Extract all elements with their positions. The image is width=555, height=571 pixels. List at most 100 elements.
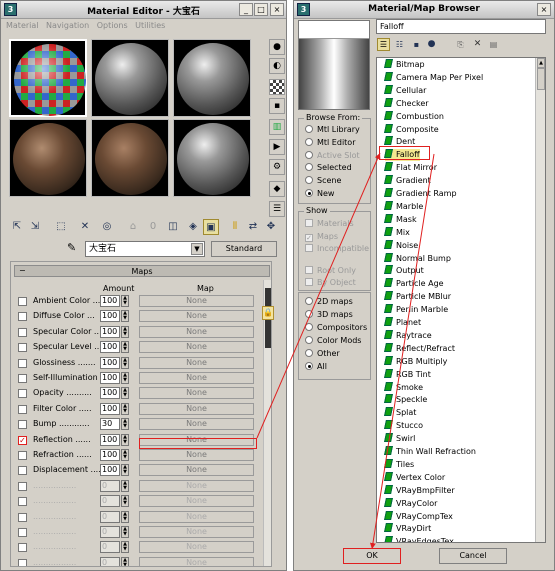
map-list-item[interactable]: Particle MBlur	[384, 291, 451, 303]
map-slot-button[interactable]: None	[139, 418, 254, 431]
map-slot-button[interactable]: None	[139, 526, 254, 538]
map-slot-button[interactable]: None	[139, 510, 254, 523]
put-to-scene-icon[interactable]: ⇲	[27, 219, 43, 235]
show-checkbox[interactable]: Materials	[305, 219, 354, 232]
show-end-result-active-icon[interactable]: ▣	[203, 219, 219, 235]
browse-from-radio[interactable]: Mtl Editor	[305, 137, 355, 151]
pick-material-icon[interactable]: ✎	[67, 241, 76, 254]
browse-from-radio[interactable]: Selected	[305, 163, 352, 176]
map-list-item[interactable]: VRayBmpFilter	[384, 484, 455, 497]
map-list-item[interactable]: Bitmap	[384, 59, 425, 71]
map-type-radio[interactable]: 3D maps	[305, 310, 353, 323]
chevron-down-icon[interactable]: ▼	[191, 243, 203, 255]
map-amount-field[interactable]: 100	[100, 325, 120, 338]
map-list-item[interactable]: Checker	[384, 97, 429, 110]
amount-spinner[interactable]: ▲ ▼	[121, 402, 129, 415]
map-slot-button[interactable]: None	[139, 495, 254, 508]
amount-spinner[interactable]: ▲ ▼	[121, 526, 129, 538]
sample-type-icon[interactable]: ●	[269, 39, 285, 55]
view-list-icon[interactable]: ☰	[377, 38, 390, 51]
map-amount-field[interactable]: 100	[100, 372, 120, 384]
background-icon[interactable]	[269, 79, 285, 95]
map-list-item[interactable]: Marble	[384, 200, 423, 213]
make-preview-icon[interactable]: ▶	[269, 139, 285, 155]
map-slot-button[interactable]: None	[139, 541, 254, 554]
map-enable-checkbox[interactable]	[18, 389, 27, 399]
map-list-item[interactable]: VRayCompTex	[384, 510, 453, 523]
clear-icon[interactable]: ▤	[487, 38, 500, 51]
material-name-field[interactable]: 大宝石 ▼	[85, 241, 205, 257]
map-enable-checkbox[interactable]	[18, 297, 27, 306]
get-material-icon[interactable]: ⇱	[9, 219, 25, 235]
map-amount-field[interactable]: 100	[100, 295, 120, 307]
browse-from-radio[interactable]: Active Slot	[305, 150, 360, 164]
map-type-radio[interactable]: 2D maps	[305, 297, 353, 310]
map-enable-checkbox[interactable]	[18, 358, 27, 368]
show-end-result-icon[interactable]: ◈	[185, 219, 201, 235]
map-amount-field[interactable]: 0	[100, 556, 120, 566]
map-list-item[interactable]: Raytrace	[384, 329, 432, 342]
selected-map-name-field[interactable]: Falloff	[376, 19, 546, 34]
map-slot-button[interactable]: None	[139, 295, 254, 307]
map-amount-field[interactable]: 0	[100, 526, 120, 538]
map-list-item[interactable]: Mask	[384, 213, 417, 226]
map-enable-checkbox[interactable]	[18, 497, 27, 507]
backlight-icon[interactable]: ◐	[269, 58, 285, 74]
maps-scrollbar[interactable]	[263, 280, 271, 566]
view-list-icons-icon[interactable]: ☷	[393, 38, 406, 51]
map-list-item[interactable]: Reflect/Refract	[384, 342, 455, 355]
map-list-item[interactable]: Cellular	[384, 84, 426, 97]
delete-icon[interactable]: ✕	[471, 38, 484, 51]
by-object-checkbox[interactable]: By Object	[305, 278, 356, 291]
map-list-item[interactable]: Noise	[384, 239, 418, 252]
map-list-item[interactable]: Splat	[384, 407, 416, 419]
map-list-item[interactable]: Gradient	[384, 175, 431, 187]
map-list-scrollbar[interactable]: ▲	[535, 58, 545, 542]
map-list-item[interactable]: Particle Age	[384, 278, 444, 290]
map-slot-button[interactable]: None	[139, 341, 254, 354]
map-slot-button[interactable]: None	[139, 372, 254, 384]
material-navigator-icon[interactable]: ☰	[269, 201, 285, 217]
map-list-item[interactable]: Composite	[384, 123, 439, 136]
map-enable-checkbox[interactable]	[18, 312, 27, 322]
amount-spinner[interactable]: ▲ ▼	[121, 495, 129, 508]
map-list-item[interactable]: Tiles	[384, 458, 414, 471]
map-enable-checkbox[interactable]	[18, 558, 27, 566]
map-list-scroll-thumb[interactable]	[537, 68, 545, 90]
browse-from-radio[interactable]: Scene	[305, 176, 341, 189]
map-enable-checkbox[interactable]: ✓	[18, 435, 27, 445]
map-enable-checkbox[interactable]	[18, 481, 27, 491]
map-list-item[interactable]: Stucco	[384, 420, 423, 432]
map-slot-button[interactable]: None	[139, 479, 254, 492]
map-list-item[interactable]: Swirl	[384, 433, 415, 445]
map-list-item[interactable]: Camera Map Per Pixel	[384, 71, 483, 84]
map-slot-button[interactable]: None	[139, 325, 254, 338]
map-list-item[interactable]: Flat Mirror	[384, 162, 437, 174]
close-button[interactable]: ×	[537, 3, 551, 16]
sample-slot-2[interactable]	[91, 39, 169, 117]
maps-rollout-header[interactable]: − Maps	[14, 265, 270, 277]
map-enable-checkbox[interactable]	[18, 374, 27, 383]
assign-material-icon[interactable]: ⬚	[53, 219, 69, 235]
amount-spinner[interactable]: ▲ ▼	[121, 310, 129, 323]
show-checkbox[interactable]: Incompatible	[305, 244, 369, 257]
view-small-icons-icon[interactable]: ▪	[410, 38, 423, 51]
menu-utilities[interactable]: Utilities	[135, 19, 165, 33]
map-browser-titlebar[interactable]: 3 Material/Map Browser ×	[294, 1, 554, 19]
map-list-item[interactable]: VRayEdgesTex	[384, 536, 454, 542]
reset-map-icon[interactable]: ✕	[77, 219, 93, 235]
sample-slot-4[interactable]	[9, 119, 87, 197]
map-amount-field[interactable]: 100	[100, 464, 120, 477]
map-list[interactable]: Bitmap Camera Map Per Pixel Cellular Checke…	[376, 57, 546, 543]
map-amount-field[interactable]: 100	[100, 433, 120, 446]
show-checkbox[interactable]: ✓ Maps	[305, 232, 338, 245]
map-amount-field[interactable]: 100	[100, 449, 120, 461]
sample-slot-3[interactable]	[173, 39, 251, 117]
sample-slot-5[interactable]	[91, 119, 169, 197]
map-slot-button[interactable]: None	[139, 556, 254, 566]
view-large-icons-icon[interactable]: ●	[425, 38, 438, 51]
amount-spinner[interactable]: ▲ ▼	[121, 418, 129, 431]
map-amount-field[interactable]: 0	[100, 510, 120, 523]
map-list-item[interactable]: Thin Wall Refraction	[384, 446, 476, 458]
map-amount-field[interactable]: 100	[100, 356, 120, 369]
